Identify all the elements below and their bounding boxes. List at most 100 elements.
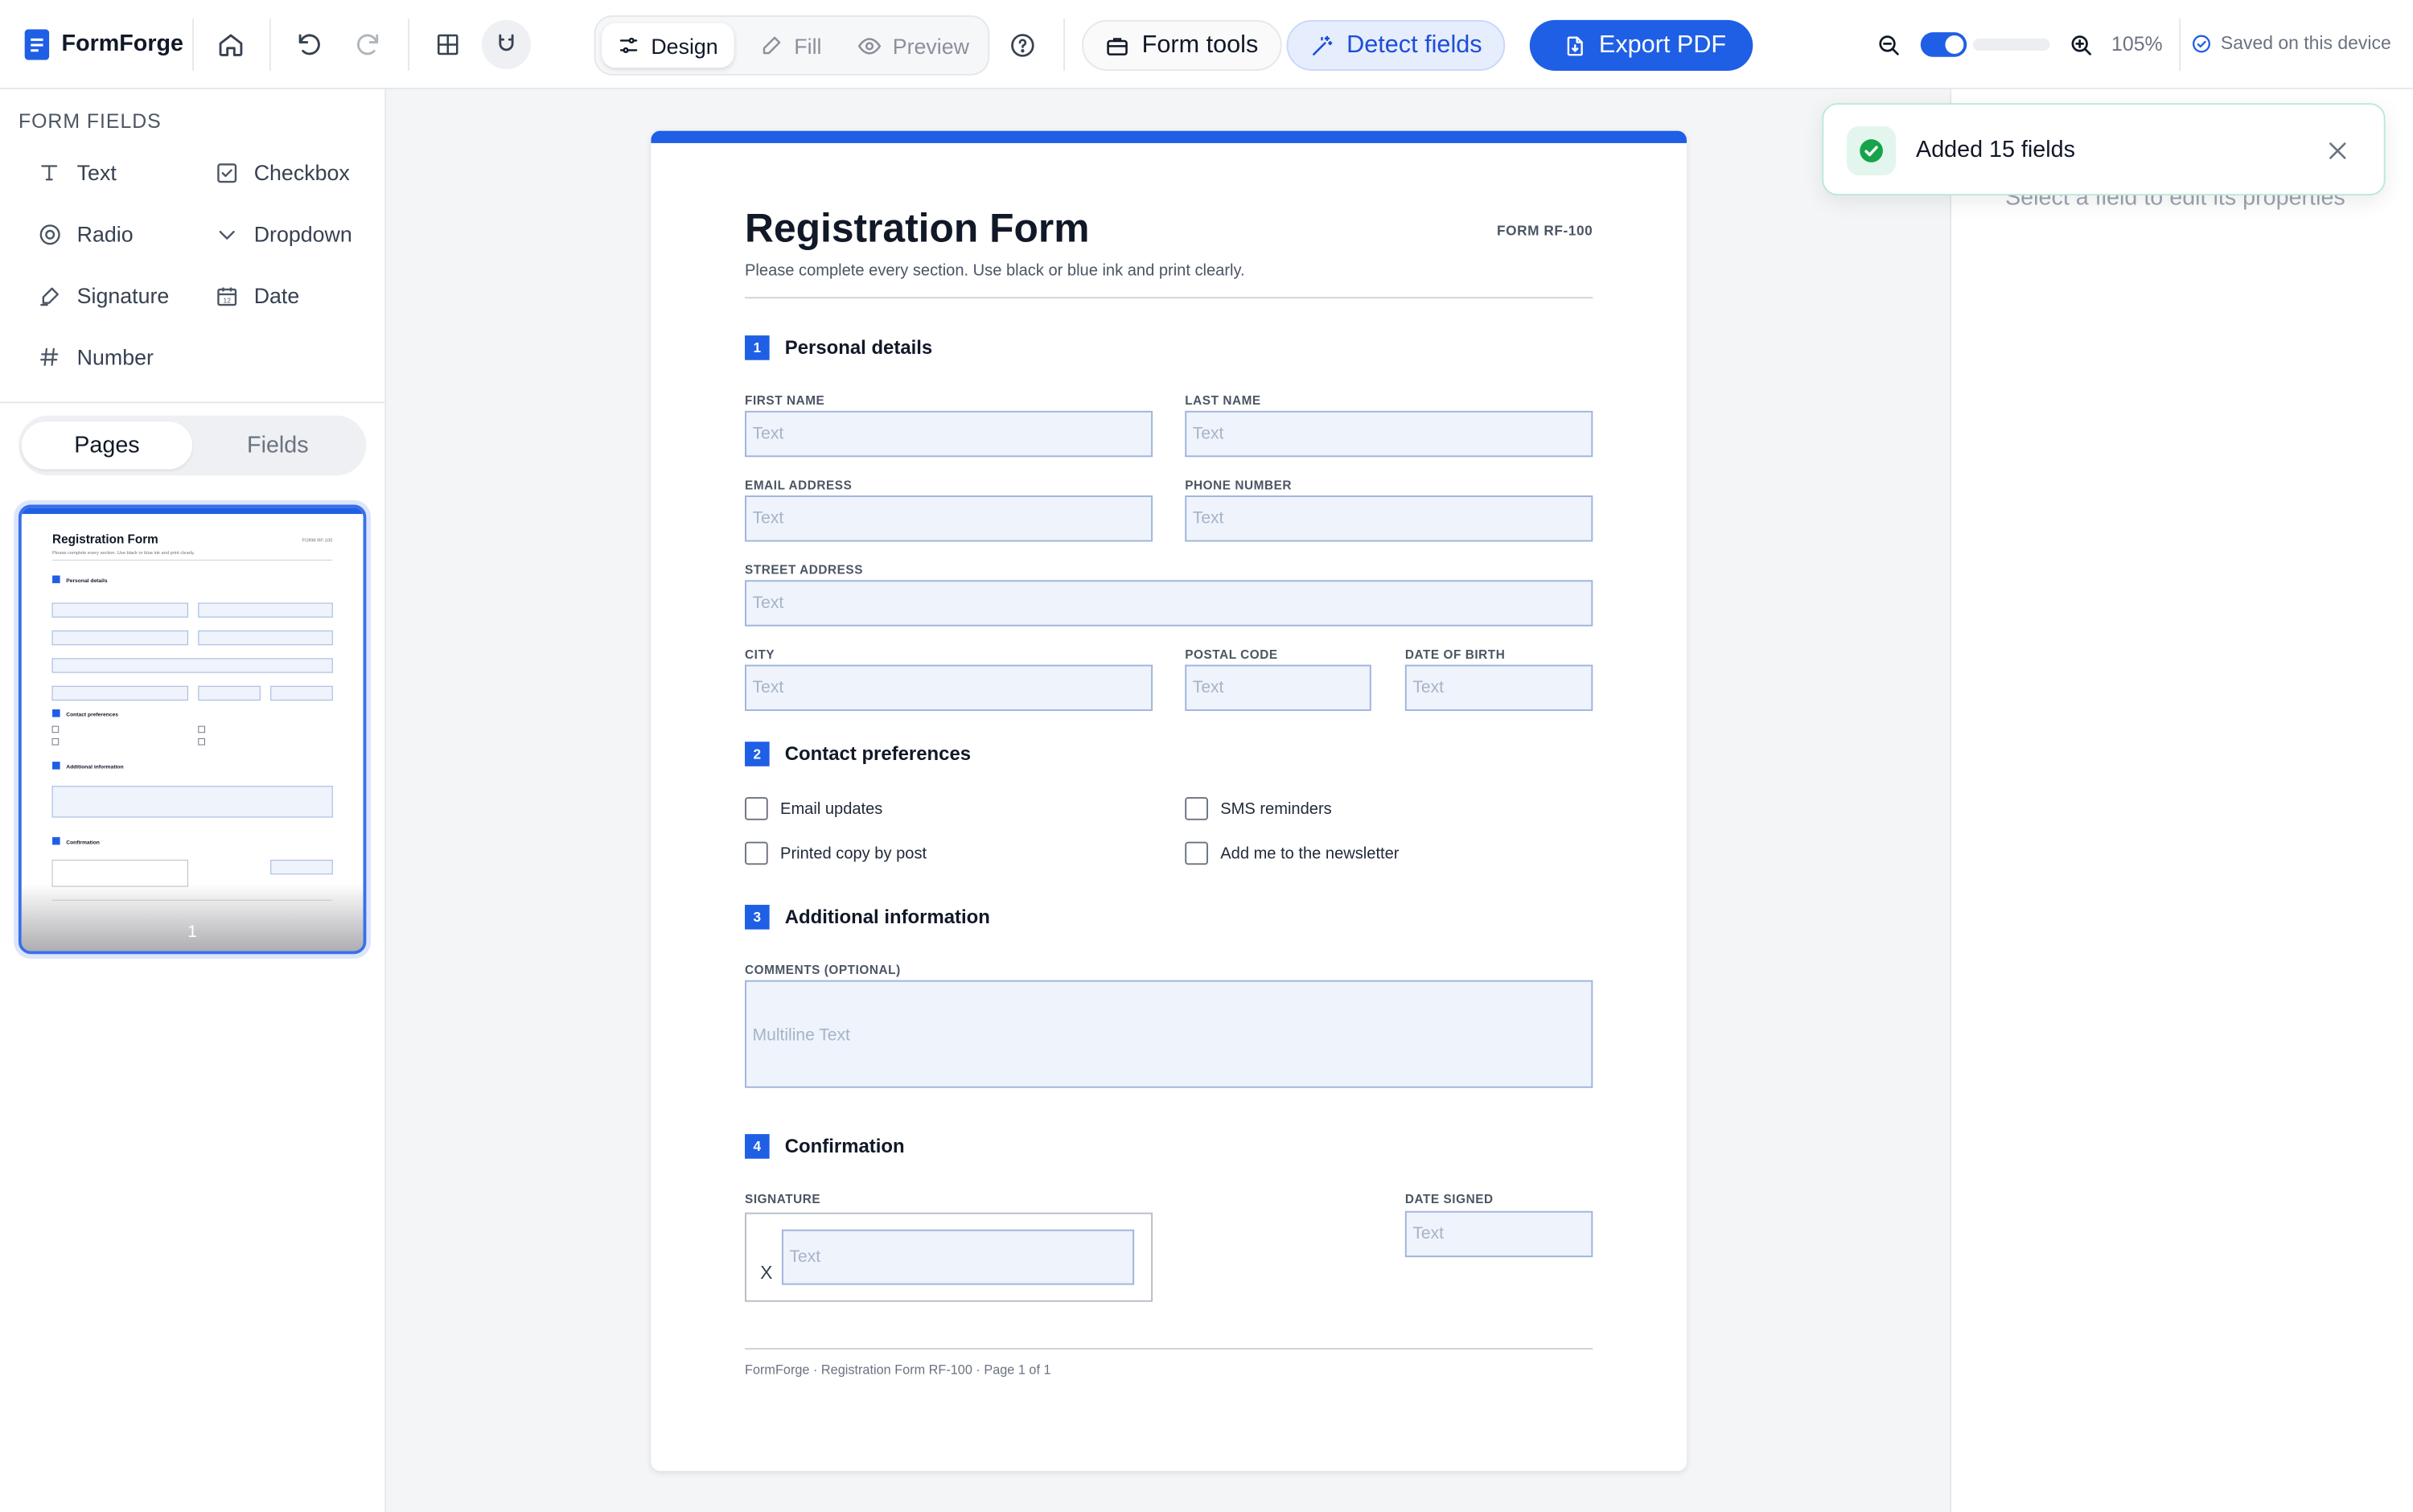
checkbox-email-updates[interactable]: Email updates <box>745 797 882 820</box>
last-name-field[interactable]: Text <box>1185 410 1593 458</box>
zoom-level: 105% <box>2111 32 2163 55</box>
section-title-additional: Additional information <box>784 906 990 928</box>
field-type-number[interactable]: Number <box>37 345 154 370</box>
save-status-text: Saved on this device <box>2220 32 2391 54</box>
mode-preview-button[interactable]: Preview <box>842 23 985 68</box>
redo-icon[interactable] <box>349 27 386 64</box>
svg-text:Confirmation: Confirmation <box>66 840 100 845</box>
checkbox-newsletter[interactable]: Add me to the newsletter <box>1185 841 1399 865</box>
first-name-field[interactable]: Text <box>745 410 1153 458</box>
field-type-text-label: Text <box>76 159 117 185</box>
undo-icon[interactable] <box>291 27 328 64</box>
field-type-radio[interactable]: Radio <box>37 221 134 247</box>
date-signed-label: DATE SIGNED <box>1404 1192 1494 1207</box>
form-code: FORM RF-100 <box>1497 223 1593 239</box>
checkbox-box[interactable] <box>1185 797 1208 820</box>
form-tools-button[interactable]: Form tools <box>1082 19 1281 72</box>
field-type-checkbox[interactable]: Checkbox <box>214 160 350 185</box>
field-type-radio-label: Radio <box>76 221 134 247</box>
page-footer: FormForge · Registration Form RF-100 · P… <box>745 1362 1051 1378</box>
sidebar-divider <box>0 401 385 404</box>
export-pdf-button[interactable]: Export PDF <box>1529 19 1753 72</box>
street-address-label: STREET ADDRESS <box>745 563 864 577</box>
file-download-icon <box>1564 33 1587 58</box>
grid-icon[interactable] <box>430 27 467 64</box>
checkbox-label: Printed copy by post <box>780 844 927 863</box>
thumbnail-section-2: Contact preferences <box>51 709 205 746</box>
snap-toggle[interactable] <box>1920 32 1967 57</box>
hash-icon <box>37 345 62 370</box>
last-name-label: LAST NAME <box>1185 393 1261 409</box>
checkbox-printed-copy[interactable]: Printed copy by post <box>745 841 927 865</box>
email-field[interactable]: Text <box>745 495 1153 542</box>
detect-fields-button[interactable]: Detect fields <box>1286 19 1506 72</box>
checkbox-box[interactable] <box>745 841 768 865</box>
mode-design-button[interactable]: Design <box>602 23 734 68</box>
save-status: Saved on this device <box>2192 32 2391 54</box>
mode-fill-button[interactable]: Fill <box>745 23 837 68</box>
signature-icon <box>37 283 62 308</box>
home-icon[interactable] <box>212 27 249 64</box>
field-type-dropdown[interactable]: Dropdown <box>214 221 352 247</box>
close-icon[interactable] <box>2325 138 2350 163</box>
email-label: EMAIL ADDRESS <box>745 479 853 493</box>
street-address-field[interactable]: Text <box>745 580 1593 627</box>
checkbox-label: Email updates <box>780 799 883 818</box>
checkbox-sms-reminders[interactable]: SMS reminders <box>1185 797 1332 820</box>
form-page[interactable]: Registration Form FORM RF-100 Please com… <box>651 130 1687 1472</box>
field-type-text[interactable]: Text <box>37 160 117 185</box>
thumbnail-section-1: Personal details <box>51 575 333 701</box>
checkbox-box[interactable] <box>745 797 768 820</box>
checkbox-box[interactable] <box>1185 841 1208 865</box>
sliders-icon <box>617 34 640 57</box>
thumbnail-subtitle: Please complete every section. Use black… <box>52 551 195 556</box>
field-type-date[interactable]: 12 Date <box>214 283 299 308</box>
top-toolbar: FormForge Design Fill Preview Form tools… <box>0 0 2413 89</box>
field-type-signature-label: Signature <box>76 283 170 308</box>
zoom-in-icon[interactable] <box>2062 27 2099 64</box>
section-badge-3: 3 <box>745 905 770 930</box>
success-check-icon <box>1846 125 1897 176</box>
svg-text:12: 12 <box>223 296 231 304</box>
phone-field[interactable]: Text <box>1185 495 1593 542</box>
postal-code-label: POSTAL CODE <box>1185 647 1278 662</box>
comments-field[interactable]: Multiline Text <box>745 980 1593 1088</box>
signature-x-mark: X <box>760 1261 773 1284</box>
comments-label: COMMENTS (OPTIONAL) <box>745 963 901 977</box>
checkbox-label: SMS reminders <box>1220 799 1332 818</box>
tab-fields[interactable]: Fields <box>192 421 363 469</box>
toolbar-divider <box>2179 18 2181 72</box>
tab-pages[interactable]: Pages <box>21 421 193 470</box>
section-title-personal: Personal details <box>784 337 933 359</box>
page-thumbnail[interactable]: Registration Form FORM RF-100 Please com… <box>18 504 367 955</box>
date-signed-field[interactable]: Text <box>1404 1210 1593 1258</box>
toast-notification: Added 15 fields <box>1822 103 2386 195</box>
page-accent-bar <box>651 130 1687 143</box>
help-icon[interactable] <box>1003 27 1040 64</box>
zoom-out-icon[interactable] <box>1870 27 1907 64</box>
page-thumb-number: 1 <box>187 922 198 942</box>
app-window: FormForge Design Fill Preview Form tools… <box>0 0 2413 1512</box>
postal-code-field[interactable]: Text <box>1185 664 1371 711</box>
toolbar-divider <box>408 18 409 72</box>
signature-area[interactable]: X Text <box>745 1212 1153 1302</box>
signature-field[interactable]: Text <box>781 1229 1135 1285</box>
zoom-slider[interactable] <box>1972 38 2050 51</box>
radio-icon <box>37 222 62 247</box>
first-name-label: FIRST NAME <box>745 393 825 409</box>
city-field[interactable]: Text <box>745 664 1153 711</box>
field-type-dropdown-label: Dropdown <box>253 221 352 247</box>
section-title-confirmation: Confirmation <box>784 1136 905 1157</box>
pen-icon <box>760 34 783 57</box>
snap-magnet-icon[interactable] <box>481 19 532 70</box>
chevron-down-icon <box>214 222 239 247</box>
app-logo-icon <box>24 29 50 60</box>
form-subtitle: Please complete every section. Use black… <box>745 261 1245 281</box>
field-type-signature[interactable]: Signature <box>37 283 169 308</box>
form-title: Registration Form <box>745 204 1090 251</box>
date-of-birth-field[interactable]: Text <box>1404 664 1593 711</box>
magic-wand-icon <box>1309 33 1334 58</box>
text-icon <box>37 160 62 185</box>
toolbar-divider <box>1063 18 1066 72</box>
thumbnail-title: Registration Form <box>52 532 158 546</box>
